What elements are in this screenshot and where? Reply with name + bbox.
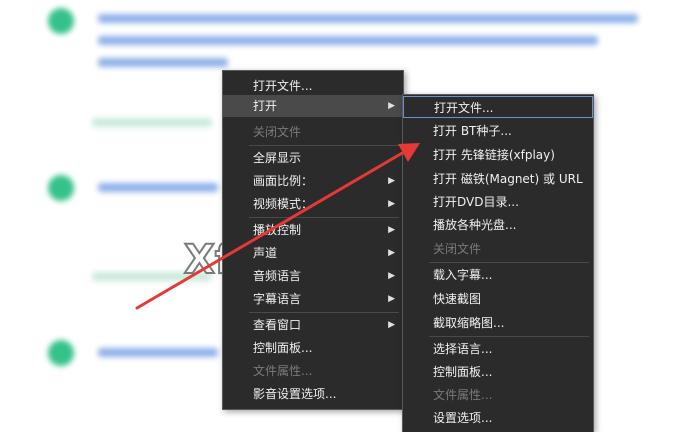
- annotation-arrow-icon: [135, 143, 420, 310]
- arrow-shaft: [135, 150, 406, 310]
